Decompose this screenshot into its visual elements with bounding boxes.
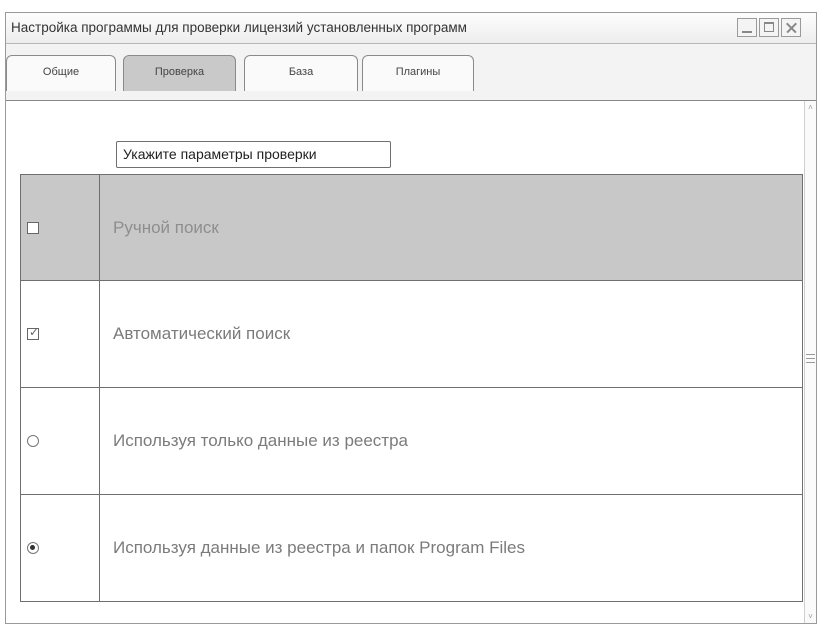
scroll-up-arrow-icon[interactable]: ˄ — [806, 103, 815, 112]
option-row-auto-search[interactable]: Автоматический поиск — [21, 281, 802, 388]
close-button[interactable] — [781, 18, 801, 37]
tab-content-check: Укажите параметры проверки Ручной поиск … — [6, 101, 816, 623]
tab-database[interactable]: База — [244, 55, 358, 91]
row-divider — [99, 495, 100, 601]
manual-search-checkbox[interactable] — [27, 221, 39, 234]
option-row-registry-and-program-files[interactable]: Используя данные из реестра и папок Prog… — [21, 495, 802, 601]
maximize-button[interactable] — [759, 18, 779, 37]
settings-window: Настройка программы для проверки лицензи… — [5, 12, 817, 624]
option-row-manual-search[interactable]: Ручной поиск — [21, 175, 802, 281]
option-row-registry-only[interactable]: Используя только данные из реестра — [21, 388, 802, 495]
row-divider — [99, 175, 100, 280]
registry-and-program-files-label: Используя данные из реестра и папок Prog… — [113, 538, 525, 557]
tab-bar: Общие Проверка База Плагины — [6, 44, 816, 101]
vertical-scrollbar[interactable]: ˄ ˅ — [804, 101, 816, 623]
window-title: Настройка программы для проверки лицензи… — [11, 20, 467, 35]
title-bar[interactable]: Настройка программы для проверки лицензи… — [6, 13, 816, 44]
auto-search-checkbox[interactable] — [27, 325, 39, 340]
registry-only-label: Используя только данные из реестра — [113, 431, 409, 450]
tab-check[interactable]: Проверка — [123, 55, 236, 91]
check-parameters-heading: Укажите параметры проверки — [116, 141, 391, 168]
minimize-button[interactable] — [737, 18, 757, 37]
auto-search-label: Автоматический поиск — [113, 324, 291, 343]
manual-search-label: Ручной поиск — [113, 217, 219, 237]
tab-plugins[interactable]: Плагины — [362, 55, 474, 91]
scroll-down-arrow-icon[interactable]: ˅ — [806, 612, 815, 621]
row-divider — [99, 388, 100, 494]
registry-and-program-files-radio[interactable] — [27, 542, 39, 554]
scroll-grip-icon[interactable] — [806, 351, 815, 371]
check-options-table: Ручной поиск Автоматический поиск Исполь… — [20, 174, 803, 602]
row-divider — [99, 281, 100, 387]
registry-only-radio[interactable] — [27, 435, 39, 447]
tab-general[interactable]: Общие — [6, 55, 116, 91]
